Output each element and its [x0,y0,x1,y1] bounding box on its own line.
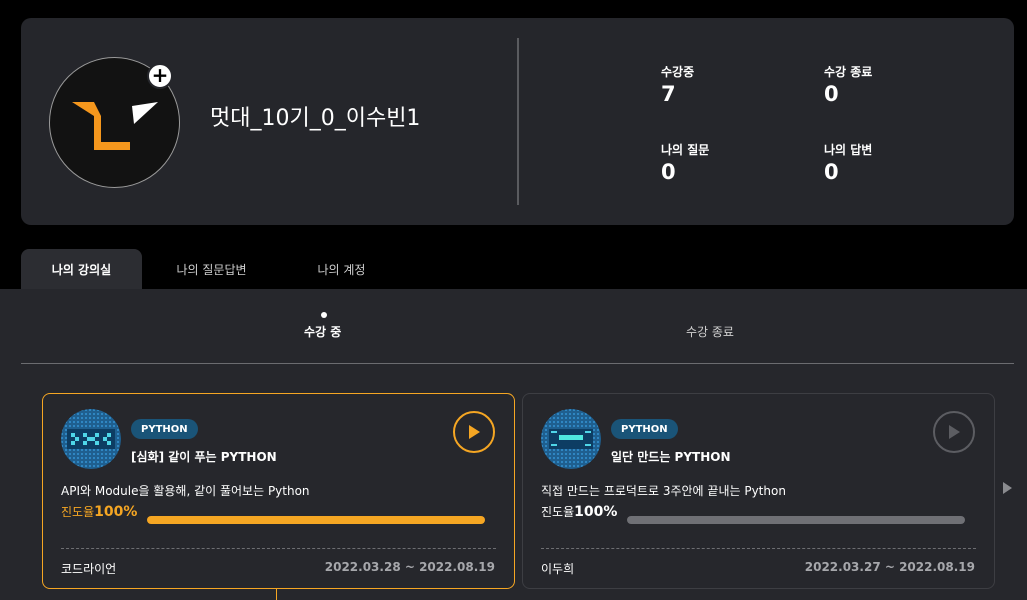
stat-enrolled: 수강중 7 [661,63,694,106]
stat-label: 나의 질문 [661,143,710,157]
stat-label: 수강 종료 [824,65,873,79]
add-photo-button[interactable]: + [147,63,173,89]
play-icon [469,425,480,439]
progress-label: 진도율100% [61,503,137,520]
progress-label-text: 진도율 [61,505,95,519]
instructor-name: 이두희 [541,562,575,576]
divider [61,548,496,549]
progress-bar [627,516,965,524]
tab-my-classroom[interactable]: 나의 강의실 [21,249,142,289]
play-icon [949,425,960,439]
plus-icon: + [151,63,169,87]
instructor-name: 코드라이언 [61,562,117,576]
stat-answers: 나의 답변 0 [824,141,872,184]
course-title: [심화] 같이 푸는 PYTHON [131,450,277,464]
stat-value: 7 [661,82,676,106]
connector-line [276,589,277,600]
category-badge: PYTHON [131,419,198,439]
active-indicator-dot [321,312,327,318]
course-period: 2022.03.27 ~ 2022.08.19 [804,560,975,574]
tab-my-qna[interactable]: 나의 질문답변 [151,249,272,289]
progress-bar [147,516,485,524]
chevron-right-icon[interactable] [1003,482,1012,494]
divider [517,38,519,205]
enrollment-subtabs: 수강 중 수강 종료 [21,289,1014,364]
subtab-in-progress[interactable]: 수강 중 [304,323,341,340]
course-thumbnail [541,409,601,469]
stat-label: 수강중 [661,65,695,79]
stat-questions: 나의 질문 0 [661,141,709,184]
stat-label: 나의 답변 [824,143,873,157]
course-thumbnail [61,409,121,469]
course-title: 일단 만드는 PYTHON [611,450,731,464]
progress-percent: 100% [574,504,618,520]
stat-completed: 수강 종료 0 [824,63,872,106]
stat-value: 0 [661,160,676,184]
play-button[interactable] [453,411,495,453]
progress-fill [627,516,965,524]
course-card[interactable]: PYTHON [심화] 같이 푸는 PYTHON API와 Module을 활용… [42,393,515,589]
main-tabs: 나의 강의실 나의 질문답변 나의 계정 [21,249,411,289]
progress-percent: 100% [94,504,138,520]
course-description: 직접 만드는 프로덕트로 3주안에 끝내는 Python [541,484,786,498]
course-card[interactable]: PYTHON 일단 만드는 PYTHON 직접 만드는 프로덕트로 3주안에 끝… [522,393,995,589]
progress-label: 진도율100% [541,503,617,520]
play-button[interactable] [933,411,975,453]
stat-value: 0 [824,82,839,106]
stat-value: 0 [824,160,839,184]
progress-label-text: 진도율 [541,505,575,519]
username: 멋대_10기_0_이수빈1 [210,106,421,131]
course-description: API와 Module을 활용해, 같이 풀어보는 Python [61,484,310,498]
progress-fill [147,516,485,524]
profile-card: + 멋대_10기_0_이수빈1 수강중 7 수강 종료 0 나의 질문 0 나의… [21,18,1014,225]
classroom-panel: 수강 중 수강 종료 PYTHON [심화] 같이 푸는 PYTHON API와… [0,289,1027,600]
category-badge: PYTHON [611,419,678,439]
divider [541,548,976,549]
subtab-completed[interactable]: 수강 종료 [686,323,734,340]
course-period: 2022.03.28 ~ 2022.08.19 [324,560,495,574]
tab-my-account[interactable]: 나의 계정 [281,249,402,289]
